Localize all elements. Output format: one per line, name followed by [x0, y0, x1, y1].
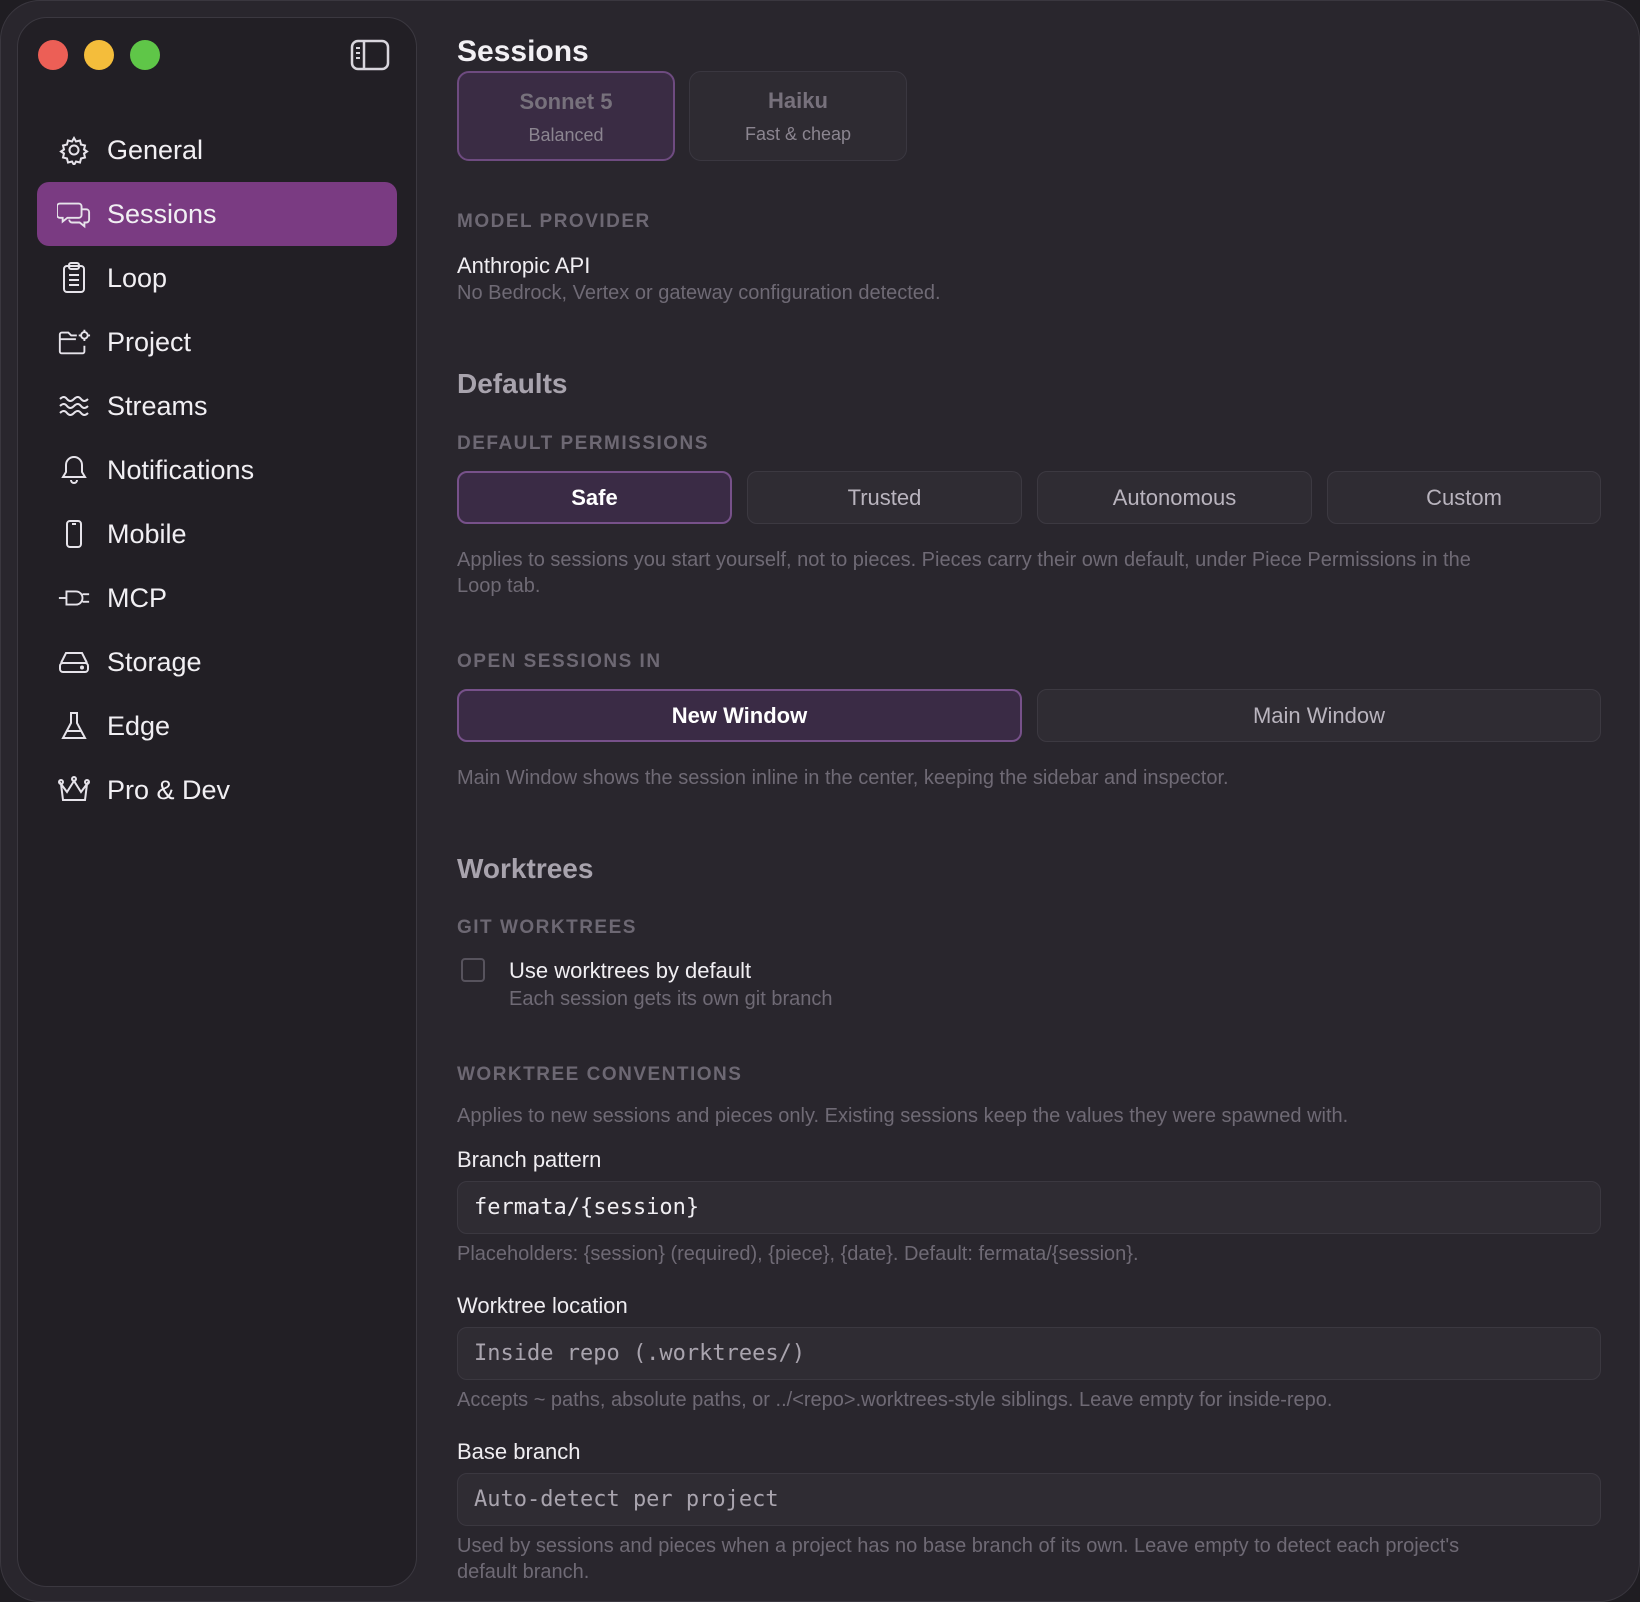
traffic-lights: [38, 40, 160, 70]
permission-custom-button[interactable]: Custom: [1327, 471, 1601, 524]
model-provider-value: Anthropic API: [457, 253, 591, 278]
model-provider-label: MODEL PROVIDER: [457, 211, 651, 232]
sidebar: General Sessions Loop Project Streams No…: [17, 17, 417, 1587]
sidebar-item-label: Streams: [107, 390, 208, 421]
sidebar-item-streams[interactable]: Streams: [37, 374, 397, 438]
use-worktrees-checkbox[interactable]: [461, 958, 485, 982]
worktrees-heading: Worktrees: [457, 853, 594, 884]
base-branch-placeholder: Auto-detect per project: [474, 1487, 779, 1512]
open-sessions-label: OPEN SESSIONS IN: [457, 651, 662, 672]
branch-pattern-label: Branch pattern: [457, 1147, 602, 1172]
sidebar-toggle-icon[interactable]: [350, 39, 390, 71]
open-sessions-note: Main Window shows the session inline in …: [457, 767, 1229, 789]
model-selector: Sonnet 5 Balanced Haiku Fast & cheap: [457, 71, 907, 161]
open-main-window-button[interactable]: Main Window: [1037, 689, 1601, 742]
sidebar-item-loop[interactable]: Loop: [37, 246, 397, 310]
sidebar-item-mcp[interactable]: MCP: [37, 566, 397, 630]
plug-icon: [57, 581, 91, 615]
sidebar-item-edge[interactable]: Edge: [37, 694, 397, 758]
sidebar-item-storage[interactable]: Storage: [37, 630, 397, 694]
worktree-conventions-note: Applies to new sessions and pieces only.…: [457, 1105, 1349, 1127]
model-card-sonnet[interactable]: Sonnet 5 Balanced: [457, 71, 675, 161]
model-name: Haiku: [768, 88, 828, 113]
sidebar-item-sessions[interactable]: Sessions: [37, 182, 397, 246]
base-branch-note-continued: default branch.: [457, 1561, 590, 1583]
sidebar-item-label: Loop: [107, 262, 168, 293]
use-worktrees-label: Use worktrees by default: [509, 958, 752, 983]
maximize-window-button[interactable]: [130, 40, 160, 70]
permission-autonomous-button[interactable]: Autonomous: [1037, 471, 1312, 524]
phone-icon: [57, 517, 91, 551]
use-worktrees-note: Each session gets its own git branch: [509, 988, 833, 1010]
bell-icon: [57, 453, 91, 487]
sidebar-item-label: Project: [107, 326, 192, 357]
page-title: Sessions: [457, 35, 589, 68]
sidebar-item-label: Notifications: [107, 454, 255, 485]
crown-icon: [57, 773, 91, 807]
branch-pattern-input[interactable]: fermata/{session}: [457, 1181, 1601, 1234]
flask-icon: [57, 709, 91, 743]
model-name: Sonnet 5: [519, 89, 613, 114]
sidebar-nav: General Sessions Loop Project Streams No…: [37, 118, 397, 822]
waves-icon: [57, 389, 91, 423]
main-content: Sessions Sonnet 5 Balanced Haiku Fast & …: [457, 1, 1601, 1601]
worktree-location-placeholder: Inside repo (.worktrees/): [474, 1341, 806, 1366]
sidebar-item-label: Mobile: [107, 518, 187, 549]
default-permissions-label: DEFAULT PERMISSIONS: [457, 433, 709, 454]
sidebar-item-label: Edge: [107, 710, 171, 741]
model-description: Fast & cheap: [744, 124, 852, 144]
open-sessions-segmented-control: New Window Main Window: [457, 689, 1601, 742]
worktree-location-input[interactable]: Inside repo (.worktrees/): [457, 1327, 1601, 1380]
worktree-conventions-label: WORKTREE CONVENTIONS: [457, 1064, 743, 1085]
model-description: Balanced: [528, 125, 604, 145]
branch-pattern-value: fermata/{session}: [474, 1195, 700, 1220]
worktree-location-note: Accepts ~ paths, absolute paths, or ../<…: [457, 1389, 1333, 1411]
sidebar-item-label: MCP: [107, 582, 167, 613]
sidebar-item-pro-dev[interactable]: Pro & Dev: [37, 758, 397, 822]
sidebar-item-label: Pro & Dev: [107, 774, 231, 805]
drive-icon: [57, 645, 91, 679]
sidebar-item-general[interactable]: General: [37, 118, 397, 182]
folder-gear-icon: [57, 325, 91, 359]
branch-pattern-note: Placeholders: {session} (required), {pie…: [457, 1243, 1139, 1265]
defaults-heading: Defaults: [457, 368, 568, 399]
base-branch-note: Used by sessions and pieces when a proje…: [457, 1535, 1460, 1557]
permissions-note: Applies to sessions you start yourself, …: [457, 549, 1471, 571]
model-provider-note: No Bedrock, Vertex or gateway configurat…: [457, 282, 941, 304]
sidebar-item-notifications[interactable]: Notifications: [37, 438, 397, 502]
settings-window: General Sessions Loop Project Streams No…: [0, 0, 1640, 1602]
permissions-note-continued: Loop tab.: [457, 575, 541, 597]
worktree-location-label: Worktree location: [457, 1293, 628, 1318]
sidebar-item-project[interactable]: Project: [37, 310, 397, 374]
model-card-haiku[interactable]: Haiku Fast & cheap: [689, 71, 907, 161]
permissions-segmented-control: Safe Trusted Autonomous Custom: [457, 471, 1601, 524]
permission-trusted-button[interactable]: Trusted: [747, 471, 1022, 524]
open-new-window-button[interactable]: New Window: [457, 689, 1022, 742]
sidebar-item-label: Sessions: [107, 198, 217, 229]
close-window-button[interactable]: [38, 40, 68, 70]
permission-safe-button[interactable]: Safe: [457, 471, 732, 524]
chat-bubbles-icon: [57, 197, 91, 231]
sidebar-item-mobile[interactable]: Mobile: [37, 502, 397, 566]
minimize-window-button[interactable]: [84, 40, 114, 70]
sidebar-item-label: Storage: [107, 646, 202, 677]
gear-icon: [57, 133, 91, 167]
base-branch-input[interactable]: Auto-detect per project: [457, 1473, 1601, 1526]
git-worktrees-label: GIT WORKTREES: [457, 917, 637, 938]
sidebar-item-label: General: [107, 134, 204, 165]
clipboard-icon: [57, 261, 91, 295]
base-branch-label: Base branch: [457, 1439, 581, 1464]
